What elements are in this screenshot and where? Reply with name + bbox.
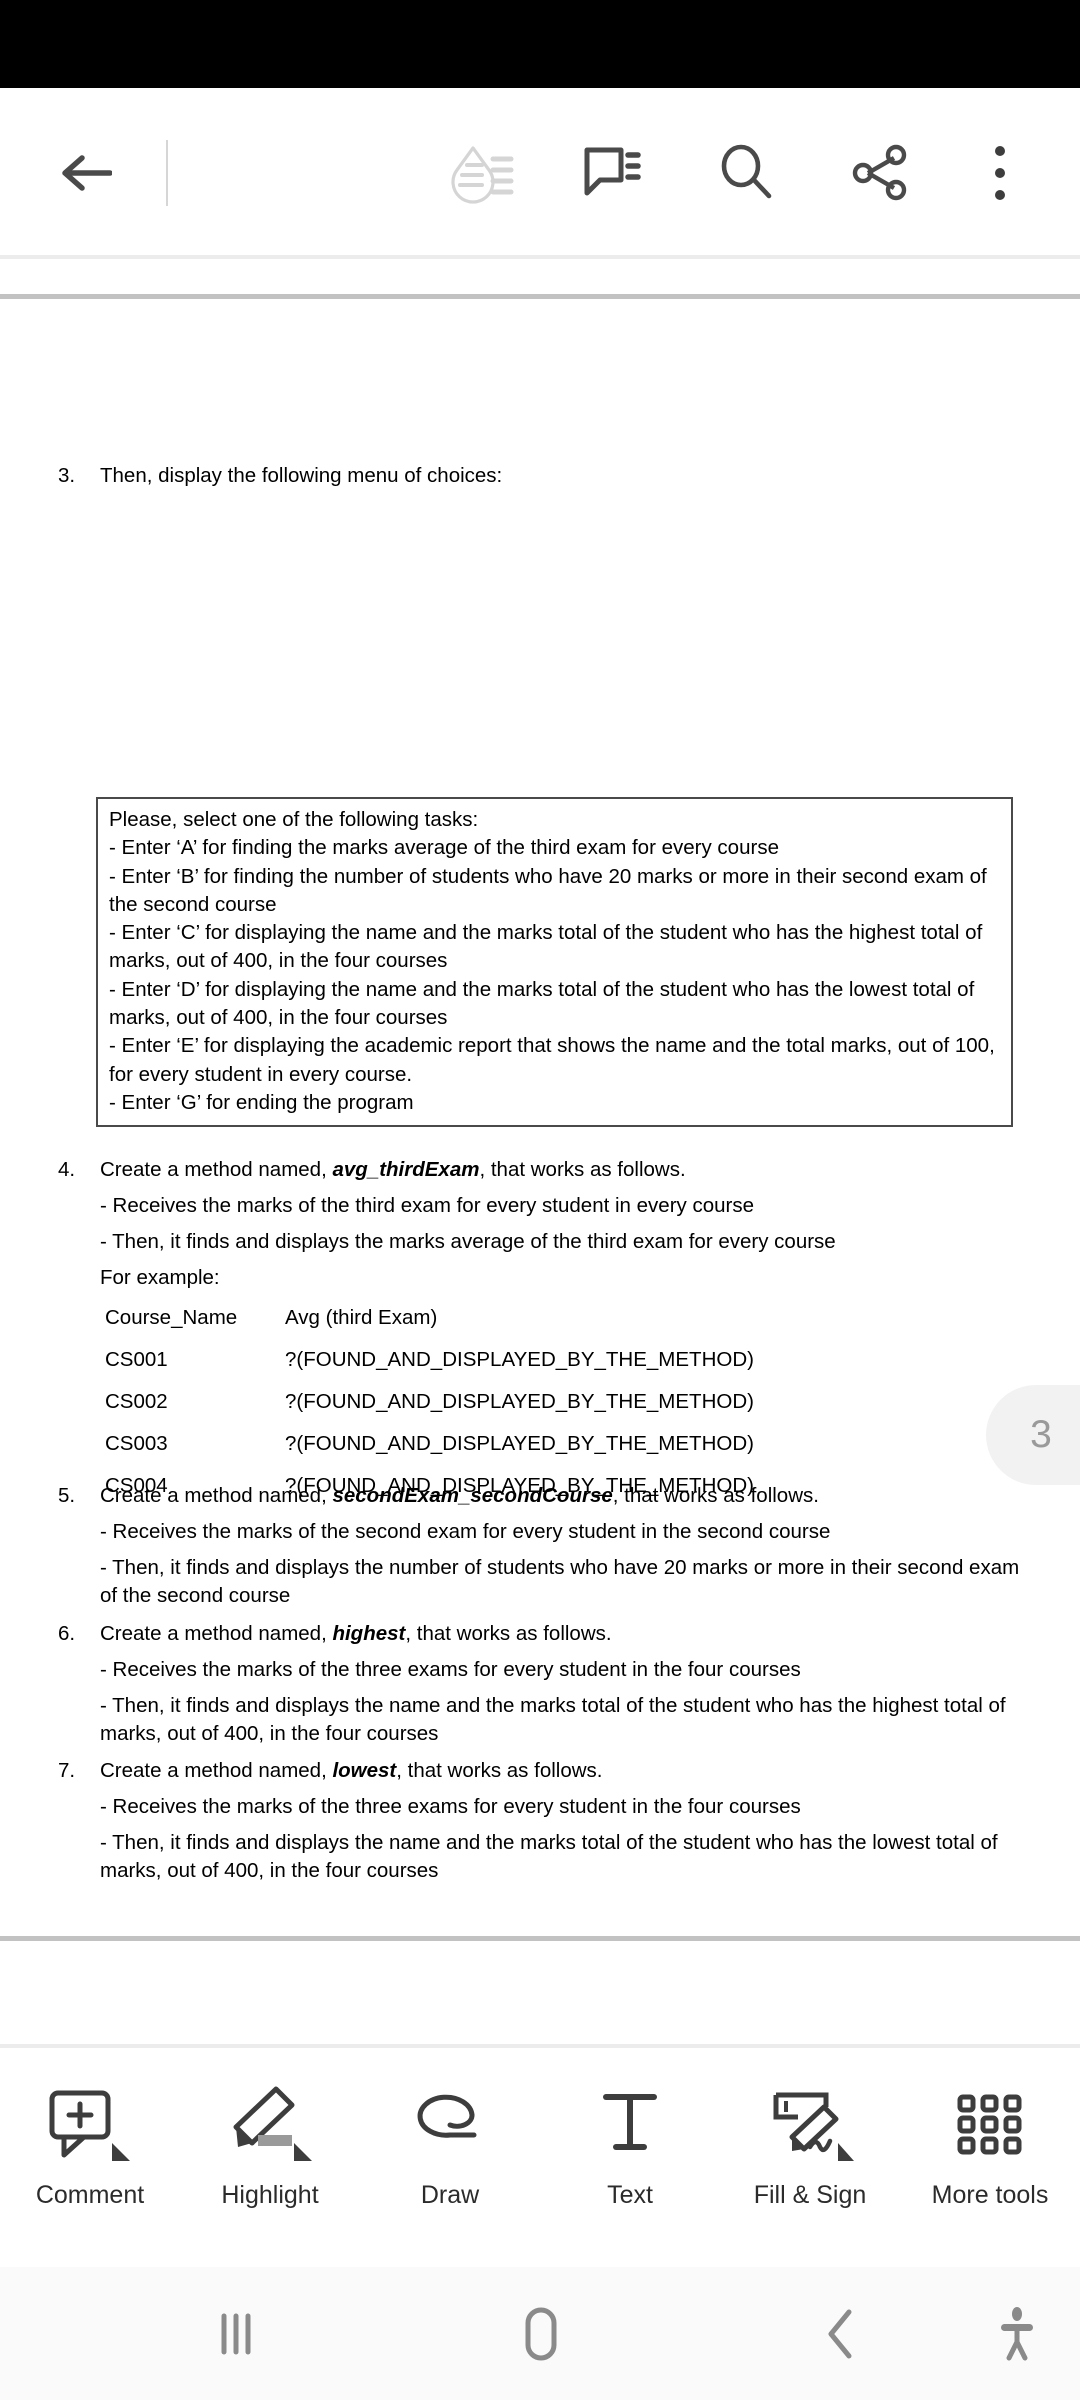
bottom-toolbar: Comment Highlight Draw Text Fill & Sign … <box>0 2049 1080 2267</box>
item-number: 6. <box>58 1622 76 1645</box>
comment-add-icon <box>44 2077 136 2173</box>
item-bullet: - Then, it finds and displays the marks … <box>100 1230 836 1253</box>
topbar-separator <box>0 255 1080 259</box>
tool-label: Text <box>607 2181 653 2209</box>
text-tool-icon <box>584 2077 676 2173</box>
fill-and-sign-icon <box>764 2077 856 2173</box>
menu-choices-box: Please, select one of the following task… <box>96 797 1013 1128</box>
app-root: 3. Then, display the following menu of c… <box>0 0 1080 2400</box>
status-bar <box>0 0 1080 88</box>
tool-fill-and-sign[interactable]: Fill & Sign <box>720 2077 900 2210</box>
highlight-pen-icon <box>224 2077 316 2173</box>
android-nav-bar <box>0 2267 1080 2400</box>
grid-more-icon <box>944 2077 1036 2173</box>
method-name: avg_thirdExam <box>332 1158 480 1181</box>
item-text: Create a method named, avg_thirdExam, th… <box>100 1158 686 1181</box>
tool-label: Comment <box>35 2181 145 2209</box>
item-bullet: - Then, it finds and displays the name a… <box>100 1694 1006 1745</box>
item-text: Create a method named, secondExam_second… <box>100 1484 819 1507</box>
method-name: secondExam_secondCourse <box>332 1484 613 1507</box>
menu-line: - Enter ‘B’ for finding the number of st… <box>109 864 987 916</box>
tool-label: More tools <box>931 2181 1049 2209</box>
item-bullet: - Receives the marks of the three exams … <box>100 1795 801 1818</box>
recents-icon[interactable] <box>196 2301 276 2367</box>
menu-line: Please, select one of the following task… <box>109 808 479 831</box>
table-cell: ?(FOUND_AND_DISPLAYED_BY_THE_METHOD) <box>285 1390 754 1413</box>
item-text: Then, display the following menu of choi… <box>100 464 503 487</box>
table-header-cell: Avg (third Exam) <box>285 1306 438 1329</box>
table-cell: ?(FOUND_AND_DISPLAYED_BY_THE_METHOD) <box>285 1348 754 1371</box>
menu-line: - Enter ‘D’ for displaying the name and … <box>109 977 975 1030</box>
menu-line: - Enter ‘C’ for displaying the name and … <box>109 921 983 973</box>
page-bottom-edge <box>0 1936 1080 1941</box>
toolbar-divider <box>166 139 168 206</box>
menu-line: - Enter ‘A’ for finding the marks averag… <box>109 836 779 860</box>
accessibility-icon[interactable] <box>982 2299 1052 2369</box>
item-bullet: - Then, it finds and displays the number… <box>100 1556 1020 1607</box>
toolbar-separator <box>0 2044 1080 2048</box>
tool-text[interactable]: Text <box>540 2077 720 2210</box>
tool-highlight[interactable]: Highlight <box>180 2077 360 2210</box>
back-icon[interactable] <box>808 2299 878 2369</box>
item-text: Create a method named, highest, that wor… <box>100 1622 612 1645</box>
table-row: CS002 ?(FOUND_AND_DISPLAYED_BY_THE_METHO… <box>0 1388 1080 1420</box>
home-icon[interactable] <box>500 2299 580 2369</box>
item-bullet: For example: <box>100 1266 220 1289</box>
tool-label: Draw <box>420 2181 480 2209</box>
search-icon[interactable] <box>704 131 788 215</box>
item-number: 7. <box>58 1759 76 1782</box>
back-button[interactable] <box>52 139 120 207</box>
item-bullet: - Receives the marks of the third exam f… <box>100 1194 754 1217</box>
table-header-row: Course_Name Avg (third Exam) <box>0 1304 1080 1336</box>
top-app-bar <box>0 88 1080 257</box>
table-cell: CS002 <box>105 1390 168 1413</box>
table-header-cell: Course_Name <box>105 1306 238 1329</box>
table-cell: CS003 <box>105 1432 168 1455</box>
more-options-icon[interactable] <box>958 131 1042 215</box>
table-cell: CS001 <box>105 1348 168 1371</box>
tool-label: Fill & Sign <box>753 2181 867 2209</box>
table-row: CS003 ?(FOUND_AND_DISPLAYED_BY_THE_METHO… <box>0 1430 1080 1462</box>
draw-scribble-icon <box>404 2077 496 2173</box>
item-text: Create a method named, lowest, that work… <box>100 1759 603 1782</box>
method-name: lowest <box>332 1759 397 1782</box>
tool-draw[interactable]: Draw <box>360 2077 540 2210</box>
tool-more-tools[interactable]: More tools <box>900 2077 1080 2210</box>
menu-line: - Enter ‘G’ for ending the program <box>109 1090 414 1114</box>
page-top-edge <box>0 294 1080 299</box>
item-number: 3. <box>58 464 76 487</box>
pdf-page-content: 3. Then, display the following menu of c… <box>0 300 1080 1938</box>
method-name: highest <box>332 1622 406 1645</box>
page-number-badge: 3 <box>986 1385 1080 1485</box>
liquid-mode-icon[interactable] <box>442 131 526 215</box>
item-bullet: - Then, it finds and displays the name a… <box>100 1831 998 1882</box>
menu-line: - Enter ‘E’ for displaying the academic … <box>109 1034 995 1086</box>
item-bullet: - Receives the marks of the three exams … <box>100 1658 801 1681</box>
table-row: CS001 ?(FOUND_AND_DISPLAYED_BY_THE_METHO… <box>0 1346 1080 1378</box>
tool-label: Highlight <box>221 2181 319 2209</box>
share-icon[interactable] <box>838 131 922 215</box>
item-bullet: - Receives the marks of the second exam … <box>100 1520 831 1543</box>
item-number: 5. <box>58 1484 76 1507</box>
item-number: 4. <box>58 1158 76 1181</box>
comment-icon[interactable] <box>570 131 654 215</box>
table-cell: ?(FOUND_AND_DISPLAYED_BY_THE_METHOD) <box>285 1432 754 1455</box>
pdf-page-viewport[interactable]: 3. Then, display the following menu of c… <box>0 300 1080 1938</box>
tool-comment[interactable]: Comment <box>0 2077 180 2210</box>
